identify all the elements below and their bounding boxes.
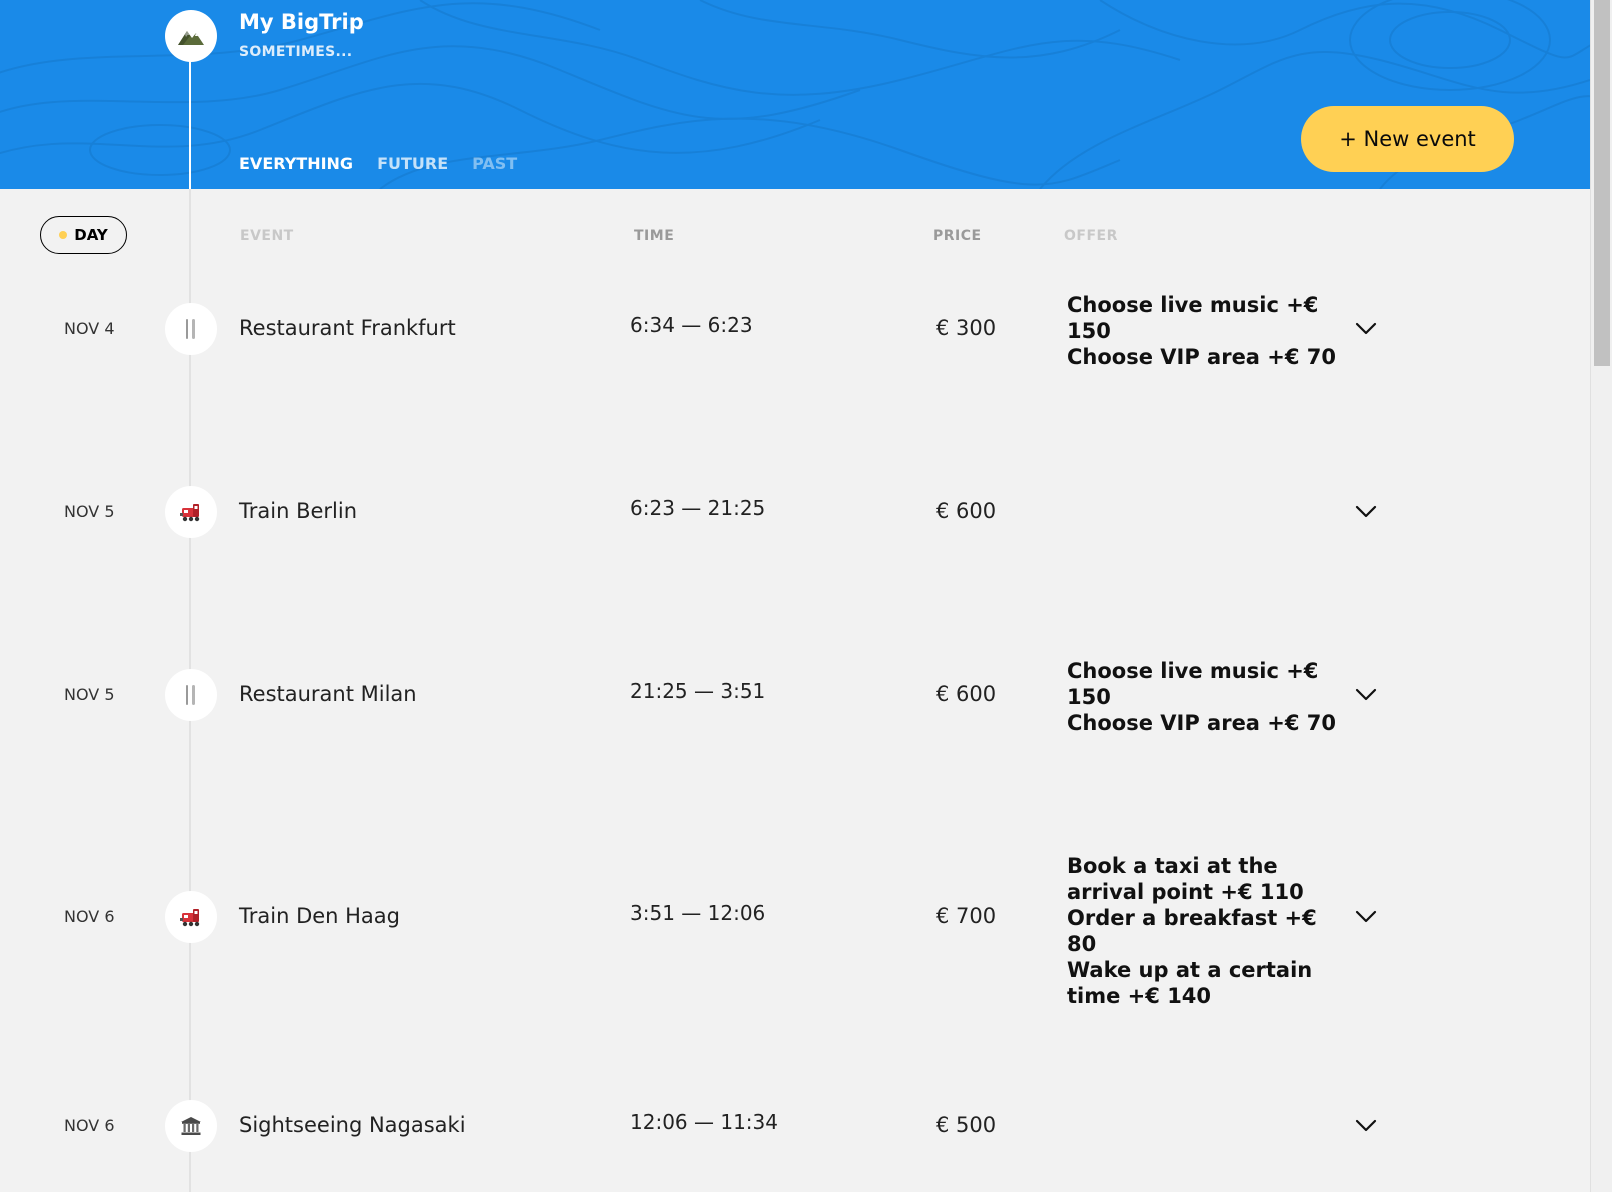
event-date: NOV 4 (64, 319, 115, 338)
filter-everything[interactable]: EVERYTHING (239, 154, 353, 173)
event-date: NOV 5 (64, 502, 115, 521)
offer-item: Choose VIP area +€ 70 (1067, 345, 1337, 369)
event-price: € 600 (936, 682, 997, 706)
event-name: Sightseeing Nagasaki (239, 1113, 466, 1137)
offer-item: Choose live music +€ 150 (1067, 659, 1319, 709)
event-offers: Choose live music +€ 150 Choose VIP area … (1067, 292, 1337, 370)
fork-knife-icon (184, 317, 198, 341)
event-type-badge (165, 1100, 217, 1152)
event-date: NOV 6 (64, 907, 115, 926)
train-icon (180, 502, 202, 522)
event-date: NOV 6 (64, 1116, 115, 1135)
event-name: Restaurant Milan (239, 682, 417, 706)
event-type-badge (165, 669, 217, 721)
expand-chevron-icon[interactable] (1354, 1113, 1378, 1137)
event-offers: Book a taxi at the arrival point +€ 110 O… (1067, 853, 1337, 1009)
filter-future[interactable]: FUTURE (377, 154, 448, 173)
expand-chevron-icon[interactable] (1354, 904, 1378, 928)
event-time: 21:25 — 3:51 (630, 679, 766, 703)
scrollbar[interactable] (1590, 0, 1612, 1192)
event-type-badge (165, 486, 217, 538)
event-offers: Choose live music +€ 150 Choose VIP area … (1067, 658, 1337, 736)
event-time: 12:06 — 11:34 (630, 1110, 778, 1134)
offer-item: Wake up at a certain time +€ 140 (1067, 958, 1313, 1008)
event-name: Train Den Haag (239, 904, 400, 928)
event-time: 3:51 — 12:06 (630, 901, 766, 925)
event-price: € 500 (936, 1113, 997, 1137)
column-header-price[interactable]: PRICE (933, 228, 982, 244)
event-type-badge (165, 303, 217, 355)
event-time: 6:34 — 6:23 (630, 313, 753, 337)
offer-item: Order a breakfast +€ 80 (1067, 906, 1317, 956)
filter-tabs: EVERYTHING FUTURE PAST (239, 154, 517, 173)
mountains-icon (178, 31, 204, 45)
column-header-event: EVENT (240, 228, 294, 244)
event-type-badge (165, 891, 217, 943)
trip-title: My BigTrip (239, 10, 364, 34)
expand-chevron-icon[interactable] (1354, 316, 1378, 340)
expand-chevron-icon[interactable] (1354, 682, 1378, 706)
sort-day-label: DAY (74, 226, 108, 244)
event-price: € 300 (936, 316, 997, 340)
event-price: € 600 (936, 499, 997, 523)
column-header-offer: OFFER (1064, 228, 1118, 244)
event-time: 6:23 — 21:25 (630, 496, 766, 520)
event-name: Restaurant Frankfurt (239, 316, 456, 340)
event-name: Train Berlin (239, 499, 358, 523)
event-date: NOV 5 (64, 685, 115, 704)
offer-item: Choose VIP area +€ 70 (1067, 711, 1337, 735)
museum-icon (180, 1116, 202, 1136)
event-price: € 700 (936, 904, 997, 928)
fork-knife-icon (184, 683, 198, 707)
offer-item: Book a taxi at the arrival point +€ 110 (1067, 854, 1304, 904)
offer-item: Choose live music +€ 150 (1067, 293, 1319, 343)
filter-past[interactable]: PAST (472, 154, 517, 173)
expand-chevron-icon[interactable] (1354, 499, 1378, 523)
new-event-button[interactable]: + New event (1301, 106, 1514, 172)
sort-day-button[interactable]: DAY (40, 216, 127, 254)
scrollbar-thumb[interactable] (1594, 0, 1610, 366)
column-header-time[interactable]: TIME (634, 228, 674, 244)
trip-logo (165, 10, 217, 62)
train-icon (180, 907, 202, 927)
active-sort-dot (59, 231, 68, 239)
trip-subtitle: SOMETIMES... (239, 44, 353, 60)
